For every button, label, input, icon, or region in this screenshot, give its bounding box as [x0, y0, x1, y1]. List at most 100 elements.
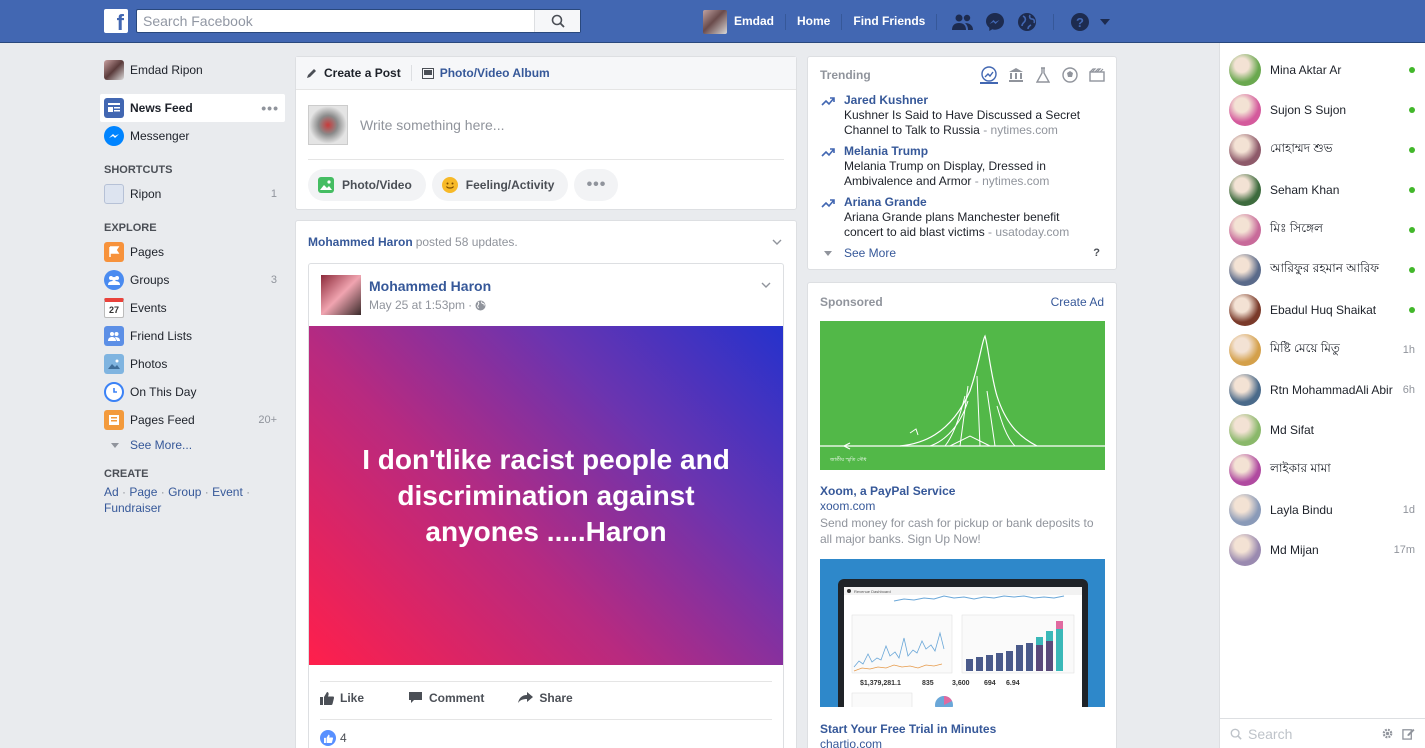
notifications-globe-icon[interactable]: [1011, 8, 1043, 35]
source-separator: -: [984, 225, 996, 239]
chat-contact-list: Mina Aktar Ar Sujon S Sujon মোহাম্মদ শুভ Se…: [1220, 43, 1425, 570]
sidebar-item-pages-feed[interactable]: Pages Feed 20+: [100, 406, 285, 434]
trending-item[interactable]: Melania Trump Melania Trump on Display, …: [808, 144, 1116, 189]
sidebar-item-ripon[interactable]: Ripon 1: [100, 180, 285, 208]
chat-contact[interactable]: মিষ্টি মেয়ে মিতু 1h: [1220, 330, 1425, 370]
sidebar-item-pages[interactable]: Pages: [100, 238, 285, 266]
notification-count: 3: [270, 274, 277, 286]
messages-icon[interactable]: [979, 8, 1011, 35]
sidebar-item-profile[interactable]: Emdad Ripon: [100, 56, 285, 84]
sidebar-item-news-feed[interactable]: News Feed •••: [100, 94, 285, 122]
story-author-link[interactable]: Mohammed Haron: [308, 235, 413, 249]
post-author-link[interactable]: Mohammed Haron: [369, 278, 491, 294]
sidebar-item-label: Photos: [130, 357, 168, 371]
tab-create-post[interactable]: Create a Post: [306, 66, 401, 80]
politics-icon[interactable]: [1007, 66, 1025, 84]
create-page-link[interactable]: Page: [129, 485, 157, 499]
sidebar-item-events[interactable]: 27 Events: [100, 294, 285, 322]
trending-topic[interactable]: Melania Trump: [844, 144, 1096, 159]
sidebar-item-on-this-day[interactable]: On This Day: [100, 378, 285, 406]
see-more-link[interactable]: See More: [844, 246, 896, 260]
help-icon[interactable]: ?: [1064, 8, 1096, 35]
help-icon[interactable]: ?: [1093, 247, 1100, 259]
top-trends-icon[interactable]: [980, 66, 998, 84]
chat-contact[interactable]: Sujon S Sujon: [1220, 90, 1425, 130]
create-ad-link[interactable]: Ad: [104, 485, 119, 499]
chat-contact[interactable]: আরিফুর রহমান আরিফ: [1220, 250, 1425, 290]
new-message-icon[interactable]: [1402, 727, 1415, 740]
top-bar: f Emdad Home Find Friends ?: [0, 0, 1425, 43]
source-separator: -: [971, 174, 983, 188]
trending-item[interactable]: Ariana Grande Ariana Grande plans Manche…: [808, 195, 1116, 240]
sidebar-item-groups[interactable]: Groups 3: [100, 266, 285, 294]
trending-topic[interactable]: Ariana Grande: [844, 195, 1096, 210]
contact-name: লাইকার মামা: [1270, 461, 1331, 475]
comment-button[interactable]: Comment: [408, 691, 484, 705]
post-timestamp[interactable]: May 25 at 1:53pm: [369, 298, 465, 312]
share-button[interactable]: Share: [518, 691, 573, 705]
account-menu-caret-icon[interactable]: [1096, 8, 1114, 35]
news-feed-icon: [104, 98, 124, 118]
chat-contact[interactable]: মোহাম্মদ শুভ: [1220, 130, 1425, 170]
science-icon[interactable]: [1034, 66, 1052, 84]
ad-domain[interactable]: xoom.com: [820, 499, 1104, 514]
sidebar-item-photos[interactable]: Photos: [100, 350, 285, 378]
sports-icon[interactable]: [1061, 66, 1079, 84]
dashboard-stat: 694: [984, 680, 996, 687]
facebook-logo-icon[interactable]: f: [104, 9, 128, 33]
chat-contact[interactable]: লাইকার মামা: [1220, 450, 1425, 490]
status-input[interactable]: Write something here...: [360, 117, 504, 133]
gear-icon[interactable]: [1381, 727, 1394, 740]
button-label: Like: [340, 690, 365, 705]
chat-contact[interactable]: Ebadul Huq Shaikat: [1220, 290, 1425, 330]
chat-contact[interactable]: Md Sifat: [1220, 410, 1425, 450]
chevron-down-icon[interactable]: [759, 278, 773, 292]
entertainment-icon[interactable]: [1088, 66, 1106, 84]
find-friends-link[interactable]: Find Friends: [842, 8, 936, 35]
see-more-label[interactable]: See More...: [130, 438, 192, 452]
ad-image-monument[interactable]: জাতীয় স্মৃতি সৌধ: [820, 321, 1105, 470]
chat-contact[interactable]: মিঃ সিঙ্গেল: [1220, 210, 1425, 250]
avatar: [1229, 214, 1261, 246]
home-link[interactable]: Home: [786, 8, 841, 35]
chat-contact[interactable]: Md Mijan 17m: [1220, 530, 1425, 570]
contact-name: মিঃ সিঙ্গেল: [1270, 221, 1323, 235]
chat-contact[interactable]: Seham Khan: [1220, 170, 1425, 210]
feeling-activity-button[interactable]: Feeling/Activity: [431, 169, 569, 201]
chat-search-input[interactable]: [1248, 725, 1368, 742]
more-options-icon[interactable]: •••: [574, 169, 619, 201]
trending-topic[interactable]: Jared Kushner: [844, 93, 1096, 108]
ad-image-dashboard[interactable]: Revenue Dashboard $1,379,281.1 835 3,600…: [820, 559, 1105, 707]
chat-contact[interactable]: Layla Bindu 1d: [1220, 490, 1425, 530]
profile-link[interactable]: Emdad: [734, 8, 785, 35]
friend-requests-icon[interactable]: [947, 8, 979, 35]
see-more-link[interactable]: See More...: [100, 434, 285, 456]
create-event-link[interactable]: Event: [212, 485, 243, 499]
create-ad-link[interactable]: Create Ad: [1051, 295, 1104, 309]
chat-contact[interactable]: Rtn MohammadAli Abir 6h: [1220, 370, 1425, 410]
button-label: Comment: [429, 690, 485, 705]
sidebar-item-messenger[interactable]: Messenger: [100, 122, 285, 150]
chat-contact[interactable]: Mina Aktar Ar: [1220, 50, 1425, 90]
search-input[interactable]: [137, 10, 527, 32]
avatar: [1229, 334, 1261, 366]
search-button[interactable]: [534, 10, 580, 32]
create-fundraiser-link[interactable]: Fundraiser: [104, 501, 161, 515]
chevron-down-icon[interactable]: [770, 235, 784, 249]
trending-item[interactable]: Jared Kushner Kushner Is Said to Have Di…: [808, 93, 1116, 138]
sidebar-item-friend-lists[interactable]: Friend Lists: [100, 322, 285, 350]
avatar: [1229, 134, 1261, 166]
create-group-link[interactable]: Group: [168, 485, 201, 499]
reactions-summary[interactable]: 4: [320, 719, 772, 746]
like-button[interactable]: Like: [320, 691, 364, 705]
avatar[interactable]: [321, 275, 361, 315]
trending-title: Trending: [820, 68, 871, 82]
story-header: Mohammed Haron posted 58 updates.: [296, 221, 796, 263]
photo-video-button[interactable]: Photo/Video: [308, 169, 426, 201]
tab-photo-video-album[interactable]: Photo/Video Album: [421, 66, 550, 80]
ad-title-link[interactable]: Xoom, a PayPal Service: [820, 484, 1104, 499]
more-options-icon[interactable]: •••: [261, 100, 279, 116]
ad-domain[interactable]: chartio.com: [820, 737, 1104, 748]
avatar[interactable]: [703, 9, 727, 34]
ad-title-link[interactable]: Start Your Free Trial in Minutes: [820, 722, 1104, 737]
